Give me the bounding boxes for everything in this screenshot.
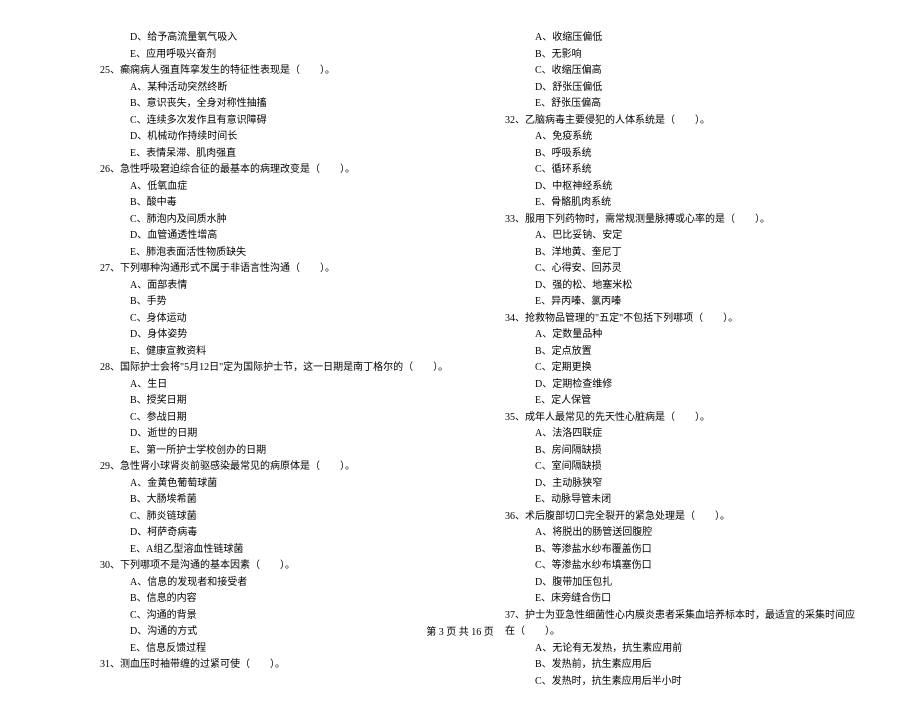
- q25-opt-b: B、意识丧失，全身对称性抽搐: [100, 96, 455, 113]
- q31-opt-a: A、收缩压偏低: [505, 30, 860, 47]
- q32-opt-c: C、循环系统: [505, 162, 860, 179]
- q32-opt-b: B、呼吸系统: [505, 146, 860, 163]
- q31-opt-e: E、舒张压偏高: [505, 96, 860, 113]
- q34-opt-b: B、定点放置: [505, 344, 860, 361]
- q29-opt-c: C、肺炎链球菌: [100, 509, 455, 526]
- q24-opt-e: E、应用呼吸兴奋剂: [100, 47, 455, 64]
- q36: 36、术后腹部切口完全裂开的紧急处理是（ ）。: [505, 509, 860, 526]
- q33-opt-c: C、心得安、回苏灵: [505, 261, 860, 278]
- q37-opt-c: C、发热时，抗生素应用后半小时: [505, 674, 860, 691]
- q27: 27、下列哪种沟通形式不属于非语言性沟通（ ）。: [100, 261, 455, 278]
- q29-opt-b: B、大肠埃希菌: [100, 492, 455, 509]
- q34-opt-c: C、定期更换: [505, 360, 860, 377]
- q28-opt-a: A、生日: [100, 377, 455, 394]
- q30-opt-b: B、信息的内容: [100, 591, 455, 608]
- q27-opt-c: C、身体运动: [100, 311, 455, 328]
- q25: 25、癫痫病人强直阵挛发生的特征性表现是（ ）。: [100, 63, 455, 80]
- q31-opt-c: C、收缩压偏高: [505, 63, 860, 80]
- q35-opt-d: D、主动脉狭窄: [505, 476, 860, 493]
- q31: 31、测血压时袖带缠的过紧可使（ ）。: [100, 657, 455, 674]
- q26-opt-a: A、低氧血症: [100, 179, 455, 196]
- q37-opt-a: A、无论有无发热，抗生素应用前: [505, 641, 860, 658]
- q32-opt-e: E、骨骼肌肉系统: [505, 195, 860, 212]
- q33-opt-b: B、洋地黄、奎尼丁: [505, 245, 860, 262]
- q26-opt-c: C、肺泡内及间质水肿: [100, 212, 455, 229]
- q34-opt-e: E、定人保管: [505, 393, 860, 410]
- q36-opt-b: B、等渗盐水纱布覆盖伤口: [505, 542, 860, 559]
- q36-opt-a: A、将脱出的肠管送回腹腔: [505, 525, 860, 542]
- q32-opt-a: A、免疫系统: [505, 129, 860, 146]
- q28-opt-b: B、授奖日期: [100, 393, 455, 410]
- q37-opt-b: B、发热前，抗生素应用后: [505, 657, 860, 674]
- page-footer: 第 3 页 共 16 页: [0, 623, 920, 638]
- q33-opt-e: E、异丙嗪、氯丙嗪: [505, 294, 860, 311]
- q35-opt-a: A、法洛四联症: [505, 426, 860, 443]
- q36-opt-c: C、等渗盐水纱布填塞伤口: [505, 558, 860, 575]
- q27-opt-d: D、身体姿势: [100, 327, 455, 344]
- q35-opt-c: C、室间隔缺损: [505, 459, 860, 476]
- q35: 35、成年人最常见的先天性心脏病是（ ）。: [505, 410, 860, 427]
- q34-opt-d: D、定期检查维修: [505, 377, 860, 394]
- q27-opt-a: A、面部表情: [100, 278, 455, 295]
- q24-opt-d: D、给予高流量氧气吸入: [100, 30, 455, 47]
- q29-opt-d: D、柯萨奇病毒: [100, 525, 455, 542]
- q35-opt-b: B、房间隔缺损: [505, 443, 860, 460]
- q25-opt-e: E、表情呆滞、肌肉强直: [100, 146, 455, 163]
- q32-opt-d: D、中枢神经系统: [505, 179, 860, 196]
- q34-opt-a: A、定数量品种: [505, 327, 860, 344]
- q27-opt-b: B、手势: [100, 294, 455, 311]
- q33-opt-d: D、强的松、地塞米松: [505, 278, 860, 295]
- q33-opt-a: A、巴比妥钠、安定: [505, 228, 860, 245]
- q36-opt-e: E、床旁缝合伤口: [505, 591, 860, 608]
- q33: 33、服用下列药物时，需常规测量脉搏或心率的是（ ）。: [505, 212, 860, 229]
- q28-opt-c: C、参战日期: [100, 410, 455, 427]
- q25-opt-d: D、机械动作持续时间长: [100, 129, 455, 146]
- q26-opt-e: E、肺泡表面活性物质缺失: [100, 245, 455, 262]
- q35-opt-e: E、动脉导管未闭: [505, 492, 860, 509]
- q31-opt-d: D、舒张压偏低: [505, 80, 860, 97]
- q26-opt-d: D、血管通透性增高: [100, 228, 455, 245]
- q32: 32、乙脑病毒主要侵犯的人体系统是（ ）。: [505, 113, 860, 130]
- q28-opt-d: D、逝世的日期: [100, 426, 455, 443]
- q26-opt-b: B、酸中毒: [100, 195, 455, 212]
- q30-opt-e: E、信息反馈过程: [100, 641, 455, 658]
- q27-opt-e: E、健康宣教资料: [100, 344, 455, 361]
- q28: 28、国际护士会将"5月12日"定为国际护士节，这一日期是南丁格尔的（ ）。: [100, 360, 455, 377]
- q28-opt-e: E、第一所护士学校创办的日期: [100, 443, 455, 460]
- left-column: D、给予高流量氧气吸入 E、应用呼吸兴奋剂 25、癫痫病人强直阵挛发生的特征性表…: [100, 30, 455, 690]
- q34: 34、抢救物品管理的"五定"不包括下列哪项（ ）。: [505, 311, 860, 328]
- q30: 30、下列哪项不是沟通的基本因素（ ）。: [100, 558, 455, 575]
- q29: 29、急性肾小球肾炎前驱感染最常见的病原体是（ ）。: [100, 459, 455, 476]
- q29-opt-a: A、金黄色葡萄球菌: [100, 476, 455, 493]
- q36-opt-d: D、腹带加压包扎: [505, 575, 860, 592]
- q29-opt-e: E、A组乙型溶血性链球菌: [100, 542, 455, 559]
- q25-opt-c: C、连续多次发作且有意识障碍: [100, 113, 455, 130]
- q25-opt-a: A、某种活动突然终断: [100, 80, 455, 97]
- q31-opt-b: B、无影响: [505, 47, 860, 64]
- q30-opt-c: C、沟通的背景: [100, 608, 455, 625]
- q30-opt-a: A、信息的发现者和接受者: [100, 575, 455, 592]
- right-column: A、收缩压偏低 B、无影响 C、收缩压偏高 D、舒张压偏低 E、舒张压偏高 32…: [505, 30, 860, 690]
- q26: 26、急性呼吸窘迫综合征的最基本的病理改变是（ ）。: [100, 162, 455, 179]
